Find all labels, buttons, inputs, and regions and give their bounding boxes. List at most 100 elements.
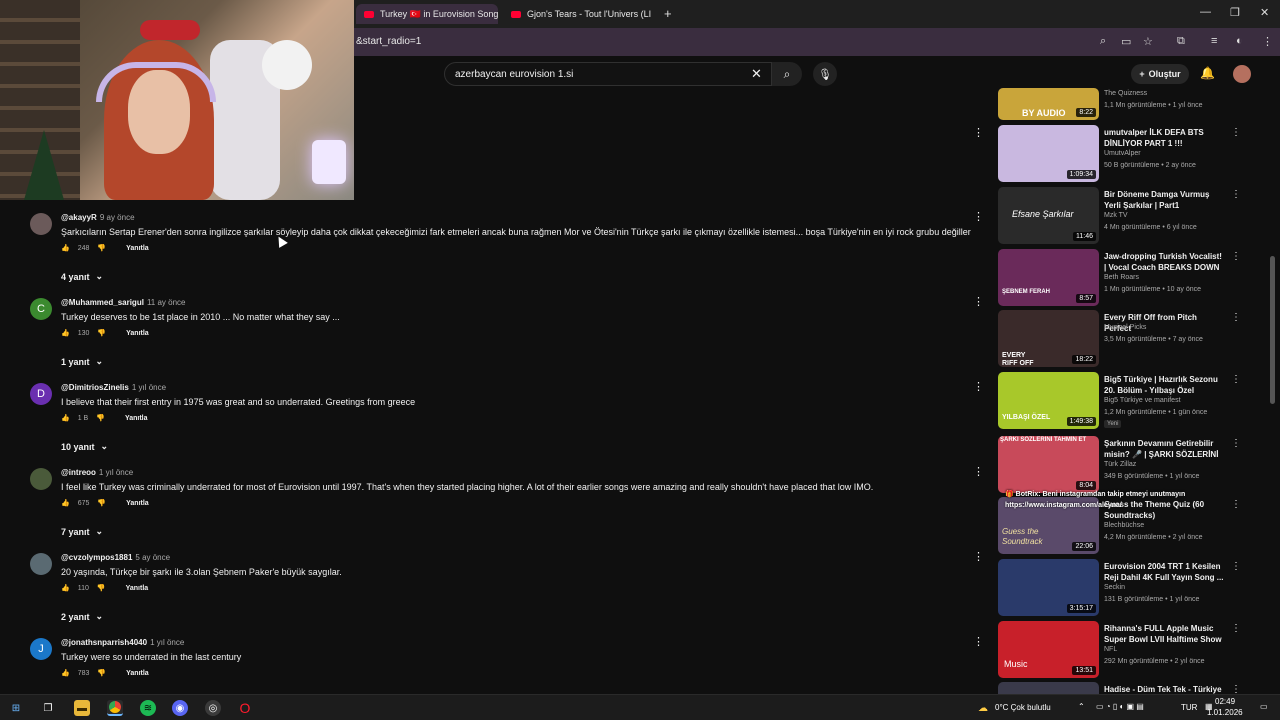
reply-button[interactable]: Yanıtla [126, 330, 149, 337]
dislike-icon[interactable]: 👎 [97, 584, 106, 592]
comment-time[interactable]: 1 yıl önce [132, 383, 166, 392]
search-input[interactable]: azerbaycan eurovision 1.si [455, 69, 573, 80]
comment-time[interactable]: 1 yıl önce [150, 638, 184, 647]
bookmark-star-icon[interactable]: ☆ [1143, 35, 1153, 48]
comment-time[interactable]: 9 ay önce [100, 213, 135, 222]
comment-time[interactable]: 1 yıl önce [99, 468, 133, 477]
replies-toggle[interactable]: 1 yanıt ⌄ [61, 356, 103, 367]
weather-text[interactable]: 0°C Çok bulutlu [995, 703, 1051, 712]
video-thumbnail[interactable]: YILBAŞI ÖZEL 1:49:38 [998, 372, 1099, 429]
minimize-icon[interactable]: — [1200, 6, 1211, 18]
clear-icon[interactable]: ✕ [751, 66, 762, 82]
like-icon[interactable]: 👍 [61, 244, 70, 252]
channel-name[interactable]: Beth Roars [1104, 274, 1139, 281]
video-menu-icon[interactable]: ⋮ [1231, 561, 1241, 572]
channel-name[interactable]: Mzk TV [1104, 212, 1128, 219]
recommended-video[interactable]: YILBAŞI ÖZEL 1:49:38 Big5 Türkiye | Hazı… [998, 372, 1260, 430]
dislike-icon[interactable]: 👎 [97, 669, 106, 677]
comment-menu-icon[interactable]: ⋮ [973, 550, 984, 563]
avatar[interactable] [30, 553, 52, 575]
video-title[interactable]: umutvalper İLK DEFA BTS DİNLİYOR PART 1 … [1104, 127, 1226, 149]
avatar[interactable] [30, 468, 52, 490]
clock-time[interactable]: 02:49 [1215, 697, 1235, 706]
recommended-video[interactable]: ŞEBNEM FERAH 8:57 Jaw-dropping Turkish V… [998, 249, 1260, 307]
reply-button[interactable]: Yanıtla [125, 415, 148, 422]
zoom-icon[interactable]: ⌕ [1100, 35, 1106, 48]
recommended-video[interactable]: BY AUDIO 8:22 The Quizness 1,1 Mn görünt… [998, 88, 1260, 120]
comment-author[interactable]: @Muhammed_sarigul [61, 298, 144, 307]
tray-icons[interactable]: ▭ ◔ ▯ ◐ ▣ ▤ [1096, 702, 1144, 711]
comment-author[interactable]: @DimitriosZinelis [61, 383, 129, 392]
comment-menu-icon[interactable]: ⋮ [973, 635, 984, 648]
avatar[interactable]: J [30, 638, 52, 660]
file-explorer-icon[interactable]: ▬ [74, 700, 90, 716]
video-title[interactable]: Big5 Türkiye | Hazırlık Sezonu 20. Bölüm… [1104, 374, 1226, 396]
discord-icon[interactable]: ◉ [172, 700, 188, 716]
recommended-video[interactable]: EVERY RIFF OFF 18:22 Every Riff Off from… [998, 310, 1260, 368]
page-scrollbar[interactable] [1270, 256, 1275, 404]
channel-name[interactable]: NFL [1104, 646, 1117, 653]
video-thumbnail[interactable]: Music 13:51 [998, 621, 1099, 678]
channel-name[interactable]: Big5 Türkiye ve manifest [1104, 397, 1181, 404]
comment-time[interactable]: 5 ay önce [135, 553, 170, 562]
like-icon[interactable]: 👍 [61, 414, 70, 422]
video-title[interactable]: Eurovision 2004 TRT 1 Kesilen Reji Dahil… [1104, 561, 1226, 583]
channel-name[interactable]: Seckin [1104, 584, 1125, 591]
windows-start-icon[interactable]: ⊞ [8, 700, 24, 716]
video-thumbnail[interactable]: ŞARKI SÖZLERİNİ TAHMİN ET 8:04 [998, 436, 1099, 493]
replies-toggle[interactable]: 2 yanıt ⌄ [61, 611, 103, 622]
video-thumbnail[interactable] [998, 682, 1099, 694]
video-menu-icon[interactable]: ⋮ [1231, 374, 1241, 385]
avatar[interactable] [30, 213, 52, 235]
close-window-icon[interactable]: ✕ [1260, 6, 1269, 19]
channel-name[interactable]: Blechbüchse [1104, 522, 1144, 529]
video-menu-icon[interactable]: ⋮ [1231, 189, 1241, 200]
channel-name[interactable]: Türk Zillaz [1104, 461, 1136, 468]
recommended-video[interactable]: ŞARKI SÖZLERİNİ TAHMİN ET 8:04 Şarkının … [998, 436, 1260, 494]
comment-menu-icon[interactable]: ⋮ [973, 126, 984, 139]
dislike-icon[interactable]: 👎 [97, 244, 106, 252]
comment-author[interactable]: @intreoo [61, 468, 96, 477]
video-title[interactable]: Hadise - Düm Tek Tek - Türkiye [1104, 684, 1226, 694]
reply-button[interactable]: Yanıtla [126, 670, 149, 677]
profile-icon[interactable]: ◐ [1236, 35, 1243, 47]
video-title[interactable]: Jaw-dropping Turkish Vocalist! | Vocal C… [1104, 251, 1226, 273]
clock-date[interactable]: 1.01.2026 [1207, 708, 1243, 717]
replies-toggle[interactable]: 4 yanıt ⌄ [61, 271, 103, 282]
video-thumbnail[interactable]: EVERY RIFF OFF 18:22 [998, 310, 1099, 367]
comment-menu-icon[interactable]: ⋮ [973, 465, 984, 478]
channel-name[interactable]: Musical Picks [1104, 324, 1146, 331]
reading-list-icon[interactable]: ≡ [1211, 35, 1217, 47]
video-thumbnail[interactable]: Efsane Şarkılar 11:46 [998, 187, 1099, 244]
video-title[interactable]: Şarkının Devamını Getirebilir misin? 🎤 |… [1104, 438, 1226, 460]
like-icon[interactable]: 👍 [61, 499, 70, 507]
avatar[interactable]: D [30, 383, 52, 405]
notification-center-icon[interactable]: ▭ [1260, 702, 1268, 711]
search-button[interactable]: ⌕ [772, 62, 802, 86]
replies-toggle[interactable]: 10 yanıt ⌄ [61, 441, 108, 452]
voice-search-button[interactable]: 🎙 [813, 62, 837, 86]
video-menu-icon[interactable]: ⋮ [1231, 438, 1241, 449]
channel-name[interactable]: The Quizness [1104, 90, 1147, 97]
reply-button[interactable]: Yanıtla [126, 585, 149, 592]
comment-author[interactable]: @akayyR [61, 213, 97, 222]
menu-icon[interactable]: ⋮ [1262, 35, 1273, 48]
reply-button[interactable]: Yanıtla [126, 500, 149, 507]
video-thumbnail[interactable]: 3:15:17 [998, 559, 1099, 616]
notifications-bell-icon[interactable]: 🔔 [1200, 66, 1215, 80]
recommended-video[interactable]: 3:15:17 Eurovision 2004 TRT 1 Kesilen Re… [998, 559, 1260, 617]
recommended-video[interactable]: 1:09:34 umutvalper İLK DEFA BTS DİNLİYOR… [998, 125, 1260, 183]
reply-button[interactable]: Yanıtla [126, 245, 149, 252]
tab-active[interactable]: Turkey 🇹🇷 in Eurovision Song C ✕ [356, 4, 498, 24]
comment-author[interactable]: @cvzolympos1881 [61, 553, 132, 562]
chevron-up-icon[interactable]: ⌃ [1078, 702, 1085, 711]
chrome-icon[interactable] [107, 700, 123, 716]
extensions-icon[interactable]: ⧉ [1177, 35, 1185, 48]
comment-menu-icon[interactable]: ⋮ [973, 295, 984, 308]
url-field[interactable]: &start_radio=1 [356, 36, 421, 47]
tab-inactive[interactable]: Gjon's Tears - Tout l'Univers (LI ✕ [503, 4, 653, 24]
video-thumbnail[interactable]: 1:09:34 [998, 125, 1099, 182]
recommended-video[interactable]: Hadise - Düm Tek Tek - Türkiye ⋮ [998, 682, 1260, 694]
video-menu-icon[interactable]: ⋮ [1231, 251, 1241, 262]
dislike-icon[interactable]: 👎 [97, 499, 106, 507]
